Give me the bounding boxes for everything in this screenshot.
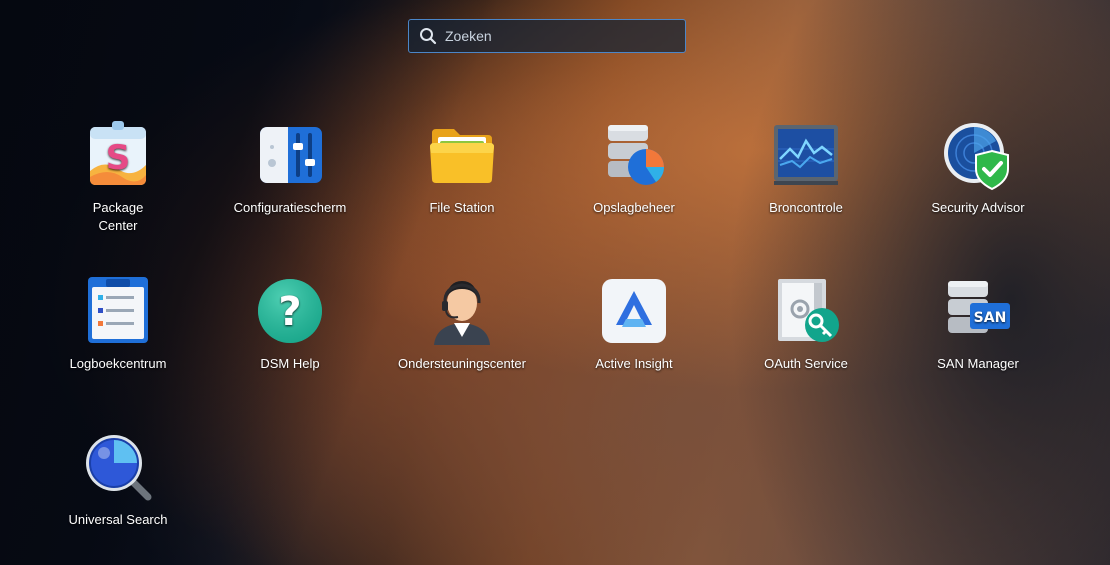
app-label: Broncontrole <box>769 200 843 215</box>
storage-manager-icon <box>608 125 664 185</box>
resource-monitor-icon <box>774 125 838 185</box>
app-label: Logboekcentrum <box>69 356 167 371</box>
app-security-advisor[interactable]: Security Advisor <box>903 119 1053 217</box>
app-label: File Station <box>429 200 495 215</box>
app-package-center[interactable]: S Package Center <box>43 119 193 235</box>
control-panel-icon <box>260 127 322 183</box>
app-oauth-service[interactable]: OAuth Service <box>731 275 881 373</box>
app-label: Ondersteuningscenter <box>398 356 526 371</box>
app-active-insight[interactable]: Active Insight <box>559 275 709 373</box>
help-icon: ? <box>258 279 322 343</box>
svg-text:S: S <box>106 138 131 178</box>
app-opslagbeheer[interactable]: Opslagbeheer <box>559 119 709 217</box>
search-bar[interactable] <box>408 19 686 53</box>
security-advisor-icon <box>944 123 1009 191</box>
app-label: DSM Help <box>260 356 320 371</box>
san-manager-icon: SAN <box>948 281 1010 333</box>
app-configuratiescherm[interactable]: Configuratiescherm <box>215 119 365 217</box>
search-input[interactable] <box>443 27 667 45</box>
app-label: Configuratiescherm <box>233 200 347 215</box>
folder-icon <box>430 129 494 183</box>
app-dsm-help[interactable]: ? DSM Help <box>215 275 365 373</box>
support-center-icon <box>434 281 490 345</box>
app-label: Universal Search <box>68 512 168 527</box>
svg-text:?: ? <box>278 289 301 335</box>
app-label: Opslagbeheer <box>593 200 675 215</box>
app-ondersteuningscenter[interactable]: Ondersteuningscenter <box>387 275 537 373</box>
app-label: Security Advisor <box>931 200 1025 215</box>
app-broncontrole[interactable]: Broncontrole <box>731 119 881 217</box>
app-universal-search[interactable]: Universal Search <box>43 431 193 529</box>
active-insight-icon <box>602 279 666 343</box>
app-label: Package Center <box>92 200 144 233</box>
app-label: SAN Manager <box>937 356 1019 371</box>
svg-text:SAN: SAN <box>974 310 1007 326</box>
app-san-manager[interactable]: SAN SAN Manager <box>903 275 1053 373</box>
app-file-station[interactable]: File Station <box>387 119 537 217</box>
app-label: OAuth Service <box>764 356 848 371</box>
search-icon <box>420 28 437 45</box>
package-center-icon: S <box>90 121 146 185</box>
universal-search-icon <box>86 435 152 501</box>
oauth-service-icon <box>778 279 839 342</box>
app-logboekcentrum[interactable]: Logboekcentrum <box>43 275 193 373</box>
app-label: Active Insight <box>595 356 673 371</box>
log-center-icon <box>88 277 148 343</box>
